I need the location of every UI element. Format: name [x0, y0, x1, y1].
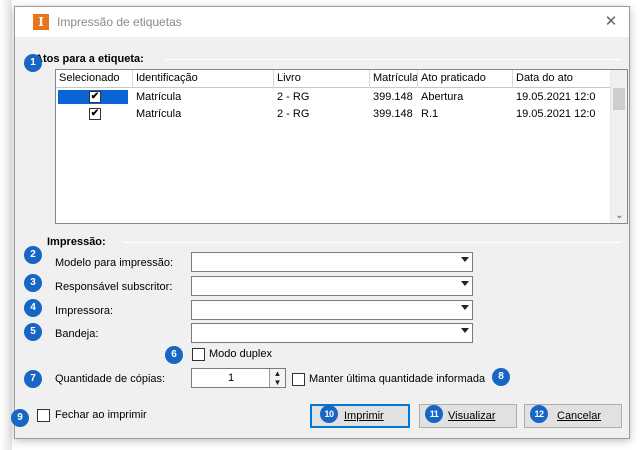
cell-data: 19.05.2021 12:0	[516, 108, 596, 120]
fechar-checkbox[interactable]	[37, 409, 50, 422]
dropdown-arrow-icon	[461, 257, 469, 262]
callout-badge-6: 6	[165, 346, 183, 364]
callout-badge-4: 4	[24, 299, 42, 317]
fechar-label[interactable]: Fechar ao imprimir	[55, 409, 147, 421]
column-header-matricula[interactable]: Matrícula	[370, 70, 418, 88]
chevron-down-icon[interactable]: ⌄	[611, 210, 628, 221]
callout-badge-8: 8	[492, 368, 510, 386]
cell-ato: R.1	[421, 108, 439, 120]
bandeja-label: Bandeja:	[55, 328, 99, 340]
column-header-identificacao[interactable]: Identificação	[133, 70, 274, 88]
column-header-livro[interactable]: Livro	[274, 70, 370, 88]
cancelar-button-label: Cancelar	[557, 410, 602, 422]
cell-ato: Abertura	[421, 91, 464, 103]
row-checkbox[interactable]: ✔	[89, 91, 101, 103]
check-icon: ✔	[90, 108, 100, 119]
modo-duplex-checkbox[interactable]	[192, 348, 205, 361]
title-bar: I Impressão de etiquetas ✕	[15, 7, 629, 37]
modelo-select[interactable]	[191, 252, 473, 272]
spinner-arrows-icon[interactable]: ▲ ▼	[269, 369, 285, 387]
selected-cell[interactable]: ✔	[58, 107, 128, 121]
cell-matricula: 399.148	[373, 91, 413, 103]
app-logo-icon: I	[33, 14, 49, 30]
acts-section-label: Atos para a etiqueta:	[35, 53, 144, 65]
cell-livro: 2 - RG	[277, 108, 310, 120]
cell-livro: 2 - RG	[277, 91, 310, 103]
check-icon: ✔	[90, 91, 100, 102]
callout-badge-2: 2	[24, 246, 42, 264]
column-header-ato[interactable]: Ato praticado	[418, 70, 513, 88]
modelo-label: Modelo para impressão:	[55, 257, 174, 269]
print-labels-dialog: I Impressão de etiquetas ✕ Atos para a e…	[14, 6, 630, 439]
background-shadow	[0, 0, 12, 450]
window-title: Impressão de etiquetas	[57, 15, 182, 29]
dropdown-arrow-icon	[461, 281, 469, 286]
callout-badge-7: 7	[24, 370, 42, 388]
manter-ultima-label[interactable]: Manter última quantidade informada	[309, 373, 485, 385]
print-section-divider	[123, 242, 621, 243]
dropdown-arrow-icon	[461, 305, 469, 310]
responsavel-label: Responsável subscritor:	[55, 281, 173, 293]
callout-badge-10: 10	[320, 405, 338, 423]
column-header-data[interactable]: Data do ato	[513, 70, 612, 88]
bandeja-select[interactable]	[191, 323, 473, 343]
imprimir-button-label: Imprimir	[344, 410, 384, 422]
grid-header: Selecionado Identificação Livro Matrícul…	[56, 70, 612, 88]
callout-badge-9: 9	[11, 409, 29, 427]
modo-duplex-label[interactable]: Modo duplex	[209, 348, 272, 360]
callout-badge-12: 12	[530, 405, 548, 423]
cell-identificacao: Matrícula	[136, 108, 182, 120]
selected-cell[interactable]: ✔	[58, 90, 128, 104]
column-header-selecionado[interactable]: Selecionado	[56, 70, 133, 88]
close-button[interactable]: ✕	[599, 11, 623, 33]
grid-vertical-scrollbar[interactable]: ⌄	[610, 70, 627, 223]
callout-badge-11: 11	[425, 405, 443, 423]
cell-matricula: 399.148	[373, 108, 413, 120]
copias-label: Quantidade de cópias:	[55, 373, 166, 385]
cell-data: 19.05.2021 12:0	[516, 91, 596, 103]
copias-value[interactable]: 1	[192, 372, 270, 384]
impressora-select[interactable]	[191, 300, 473, 320]
print-section-label: Impressão:	[47, 236, 106, 248]
acts-section-divider	[165, 59, 621, 60]
acts-grid[interactable]: Selecionado Identificação Livro Matrícul…	[55, 69, 628, 224]
cell-identificacao: Matrícula	[136, 91, 182, 103]
visualizar-button-label: Visualizar	[448, 410, 496, 422]
table-row[interactable]: ✔ Matrícula 2 - RG 399.148 R.1 19.05.202…	[56, 106, 612, 123]
table-row[interactable]: ✔ Matrícula 2 - RG 399.148 Abertura 19.0…	[56, 89, 612, 106]
callout-badge-5: 5	[24, 323, 42, 341]
close-icon: ✕	[604, 13, 618, 30]
dropdown-arrow-icon	[461, 328, 469, 333]
callout-badge-1: 1	[24, 54, 42, 72]
scrollbar-thumb[interactable]	[613, 88, 625, 110]
callout-badge-3: 3	[24, 274, 42, 292]
impressora-label: Impressora:	[55, 305, 114, 317]
row-checkbox[interactable]: ✔	[89, 108, 101, 120]
responsavel-select[interactable]	[191, 276, 473, 296]
manter-ultima-checkbox[interactable]	[292, 373, 305, 386]
copias-spinner[interactable]: 1 ▲ ▼	[191, 368, 286, 388]
